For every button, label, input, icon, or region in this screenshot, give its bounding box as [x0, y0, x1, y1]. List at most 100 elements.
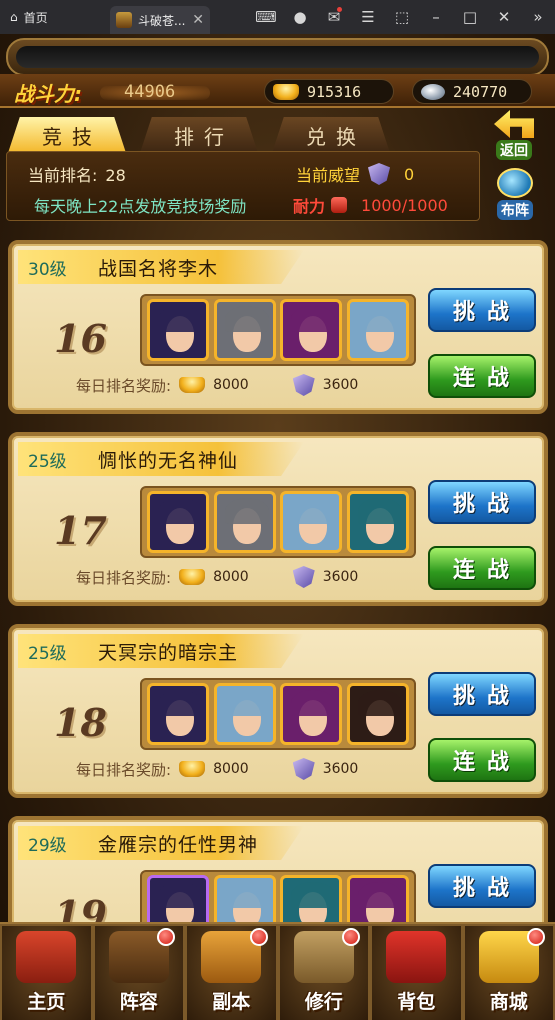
bottom-nav: 主页 阵容 副本 修行 背包 商城: [0, 922, 555, 1020]
opponent-card: 25级 惆怅的无名神仙 17 每日排名奖励: 8000 3600 挑战 连战: [8, 432, 548, 606]
reward-notice: 每天晚上22点发放竞技场奖励: [34, 197, 247, 216]
nav-label: 背包: [397, 991, 436, 1013]
close-icon[interactable]: ✕: [487, 8, 521, 26]
prestige-shield-icon: [292, 374, 315, 396]
arena-tabs: 竞技 排行 兑换: [0, 111, 555, 153]
home-tab-label: 首页: [23, 10, 48, 25]
notification-badge: [157, 928, 175, 946]
notification-badge: [527, 928, 545, 946]
rank-value: 28: [105, 166, 126, 185]
challenge-button[interactable]: 挑战: [428, 672, 536, 716]
reward-label: 每日排名奖励:: [76, 760, 172, 779]
gold-value: 915316: [307, 82, 362, 101]
opponent-level: 29级: [28, 835, 67, 856]
prestige-value: 0: [404, 164, 415, 184]
nav-label: 主页: [27, 991, 66, 1013]
hero-lineup[interactable]: [140, 486, 416, 558]
opponent-card: 25级 天冥宗的暗宗主 18 每日排名奖励: 8000 3600 挑战 连战: [8, 624, 548, 798]
opponent-level: 25级: [28, 643, 67, 664]
opponent-header: 25级 天冥宗的暗宗主: [18, 634, 304, 668]
daily-reward: 每日排名奖励: 8000 3600: [76, 374, 358, 396]
opponent-header: 30级 战国名将李木: [18, 250, 304, 284]
nav-dungeon[interactable]: 副本: [185, 924, 278, 1020]
tab-arena[interactable]: 竞技: [8, 117, 126, 153]
silver-coin-icon: [421, 83, 445, 100]
stats-bar: 战斗力: 44906 915316 240770: [0, 74, 555, 108]
opponent-rank: 16: [54, 316, 107, 361]
pin-icon[interactable]: ⬚: [385, 8, 419, 26]
continuous-battle-button[interactable]: 连战: [428, 738, 536, 782]
gamepad-icon[interactable]: ⌨: [249, 8, 283, 26]
continuous-battle-button[interactable]: 连战: [428, 354, 536, 398]
stamina-display: 耐力 1000/1000: [293, 193, 448, 217]
challenge-button[interactable]: 挑战: [428, 288, 536, 332]
nav-shop[interactable]: 商城: [462, 924, 555, 1020]
reward-label: 每日排名奖励:: [76, 568, 172, 587]
hero-portrait[interactable]: [280, 683, 343, 745]
opponent-header: 29级 金雁宗的任性男神: [18, 826, 304, 860]
gold-ingot-icon: [179, 569, 206, 585]
current-prestige: 当前威望 0: [296, 162, 414, 186]
continuous-battle-button[interactable]: 连战: [428, 546, 536, 590]
hero-portrait[interactable]: [213, 491, 276, 553]
hero-portrait[interactable]: [147, 683, 210, 745]
nav-lineup[interactable]: 阵容: [92, 924, 185, 1020]
prestige-shield-icon: [368, 163, 391, 185]
nav-home[interactable]: 主页: [0, 924, 93, 1020]
nav-label: 商城: [489, 991, 528, 1013]
hero-portrait[interactable]: [346, 491, 409, 553]
nav-label: 阵容: [119, 991, 158, 1013]
stamina-label: 耐力: [293, 197, 326, 216]
palace-icon: [16, 931, 77, 983]
opponent-name: 金雁宗的任性男神: [98, 833, 259, 856]
hero-portrait[interactable]: [213, 683, 276, 745]
hero-portrait[interactable]: [346, 683, 409, 745]
hero-portrait[interactable]: [147, 491, 210, 553]
nav-training[interactable]: 修行: [277, 924, 370, 1020]
silver-counter: 240770: [412, 79, 532, 104]
challenge-button[interactable]: 挑战: [428, 864, 536, 908]
hero-portrait[interactable]: [147, 299, 210, 361]
browser-game-tab[interactable]: 斗破苍... ✕: [110, 6, 210, 34]
maximize-icon[interactable]: □: [453, 8, 487, 26]
tab-close-icon[interactable]: ✕: [192, 12, 204, 28]
challenge-button[interactable]: 挑战: [428, 480, 536, 524]
collapse-icon[interactable]: »: [521, 8, 555, 26]
gold-ingot-icon: [273, 83, 299, 100]
bag-icon: [386, 931, 447, 983]
hero-portrait[interactable]: [280, 491, 343, 553]
window-tools: ⌨ ● ✉ ☰ ⬚ – □ ✕ »: [249, 0, 555, 34]
prestige-shield-icon: [292, 758, 315, 780]
hero-portrait[interactable]: [346, 299, 409, 361]
menu-icon[interactable]: ☰: [351, 8, 385, 26]
tab-exchange[interactable]: 兑换: [272, 117, 390, 153]
gold-ingot-icon: [179, 377, 206, 393]
gold-counter: 915316: [264, 79, 394, 104]
reward-gold: 8000: [213, 569, 249, 585]
hero-portrait[interactable]: [280, 299, 343, 361]
daily-reward: 每日排名奖励: 8000 3600: [76, 758, 358, 780]
tab-ranking[interactable]: 排行: [140, 117, 258, 153]
formation-label: 布阵: [497, 200, 533, 220]
power-label: 战斗力:: [14, 82, 82, 106]
formation-orb-icon: [497, 168, 533, 198]
game-viewport: 战斗力: 44906 915316 240770 竞技 排行 兑换 返回 当前排…: [0, 34, 555, 1020]
notification-badge: [249, 928, 268, 946]
nav-label: 修行: [304, 991, 343, 1013]
minimize-icon[interactable]: –: [419, 8, 453, 26]
browser-home-tab[interactable]: ⌂ 首页: [0, 0, 110, 34]
hero-lineup[interactable]: [140, 294, 416, 366]
back-arrow-icon: [494, 110, 534, 138]
nav-label: 副本: [212, 991, 251, 1013]
reward-gold: 8000: [213, 761, 249, 777]
home-icon: ⌂: [10, 10, 18, 24]
opponent-rank: 17: [54, 508, 107, 553]
back-button[interactable]: 返回: [486, 110, 542, 160]
nav-bag[interactable]: 背包: [370, 924, 463, 1020]
hero-lineup[interactable]: [140, 678, 416, 750]
current-rank: 当前排名: 28: [28, 162, 126, 186]
mail-icon[interactable]: ✉: [317, 7, 351, 26]
hero-portrait[interactable]: [213, 299, 276, 361]
formation-button[interactable]: 布阵: [487, 168, 543, 224]
user-icon[interactable]: ●: [283, 8, 317, 26]
